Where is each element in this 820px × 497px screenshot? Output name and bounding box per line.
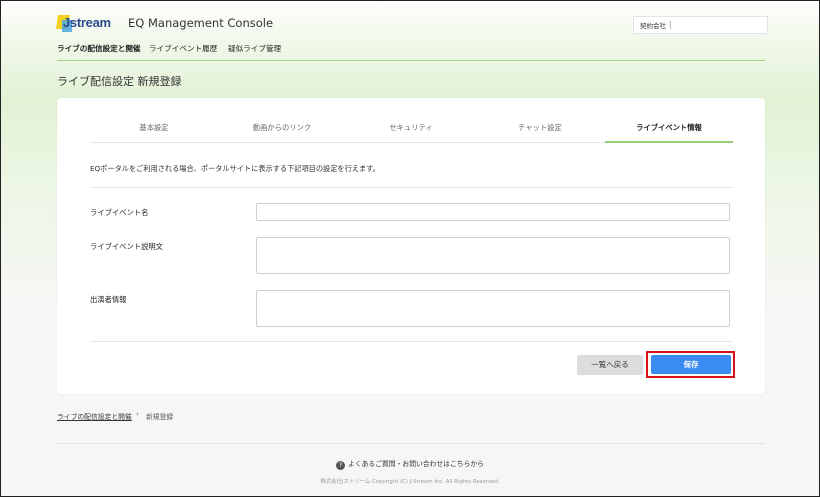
faq-link[interactable]: ? よくあるご質問・お問い合わせはこちらから: [1, 458, 819, 470]
breadcrumb-chevron-icon: ›: [136, 410, 139, 418]
question-icon: ?: [336, 461, 346, 470]
tab-video-link[interactable]: 動画からのリンク: [218, 123, 346, 133]
event-name-label: ライブイベント名: [90, 208, 149, 217]
nav-pseudo-live[interactable]: 疑似ライブ管理: [228, 43, 281, 54]
tab-live-event-info[interactable]: ライブイベント情報: [605, 123, 733, 133]
event-description-label: ライブイベント説明文: [90, 242, 163, 251]
breadcrumb-link-live-settings[interactable]: ライブの配信設定と開催: [57, 411, 132, 421]
faq-text[interactable]: よくあるご質問・お問い合わせはこちらから: [348, 460, 484, 468]
section-description: EQポータルをご利用される場合、ポータルサイトに表示する下記項目の設定を行えます…: [90, 164, 380, 173]
tab-chat[interactable]: チャット設定: [476, 123, 604, 133]
event-description-textarea[interactable]: [256, 237, 730, 274]
breadcrumb-current: 新規登録: [146, 413, 174, 421]
contract-company-select[interactable]: 契約会社: [633, 16, 768, 34]
nav-divider: [57, 60, 765, 61]
nav-live-history[interactable]: ライブイベント履歴: [149, 43, 217, 54]
footer-divider: [57, 443, 765, 444]
performer-info-textarea[interactable]: [256, 290, 730, 327]
section-divider: [90, 187, 733, 188]
copyright: 株式会社Jストリーム Copyright (C) J-Stream Inc. A…: [320, 479, 500, 485]
save-button[interactable]: 保存: [651, 355, 731, 374]
form-divider: [90, 341, 733, 342]
performer-info-label: 出演者情報: [90, 295, 127, 304]
back-to-list-button[interactable]: 一覧へ戻る: [577, 355, 643, 375]
tab-basic[interactable]: 基本設定: [90, 123, 218, 133]
app-title: EQ Management Console: [128, 16, 274, 30]
settings-card: 基本設定 動画からのリンク セキュリティ チャット設定 ライブイベント情報 EQ…: [57, 98, 765, 394]
event-name-input[interactable]: [256, 203, 730, 221]
nav-live-settings[interactable]: ライブの配信設定と開催: [57, 43, 141, 54]
jstream-logo[interactable]: Jstream: [56, 13, 119, 33]
contract-label: 契約会社: [640, 22, 666, 30]
page-title: ライブ配信設定 新規登録: [57, 75, 182, 88]
tab-security[interactable]: セキュリティ: [347, 123, 475, 133]
contract-divider: [670, 21, 671, 29]
active-tab-indicator: [605, 141, 733, 143]
logo-text: Jstream: [63, 15, 111, 30]
app-window: Jstream EQ Management Console 契約会社 ライブの配…: [0, 0, 820, 497]
